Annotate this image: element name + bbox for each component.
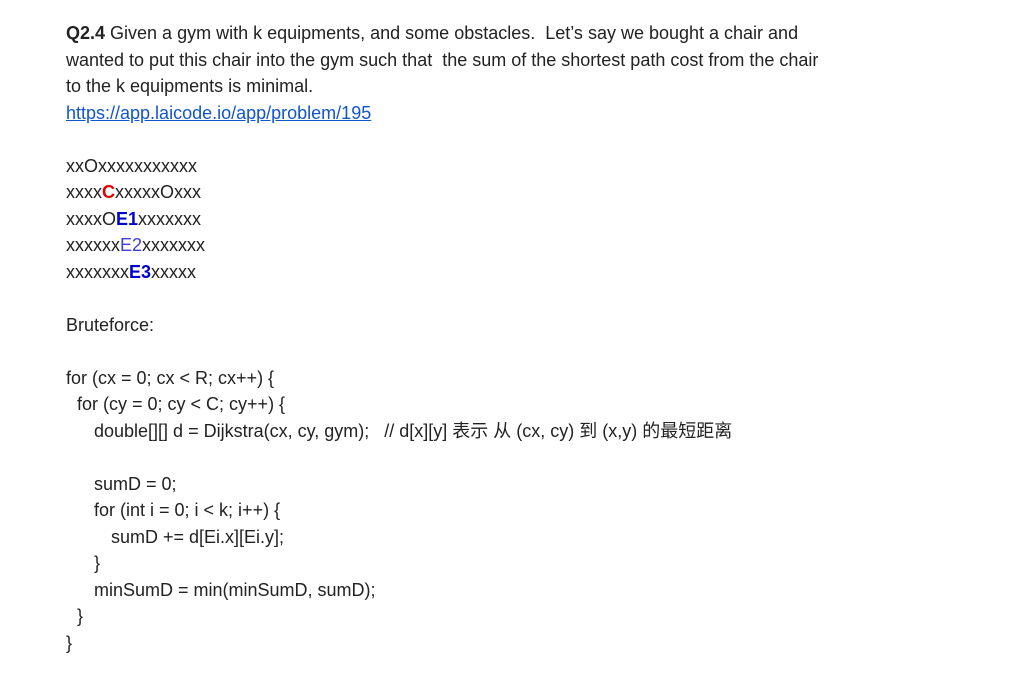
question-link-line: https://app.laicode.io/app/problem/195 [66,100,966,127]
grid-row-5-pre: xxxxxxx [66,261,129,282]
code-line-8: minSumD = min(minSumD, sumD); [94,579,376,600]
code-line-10: } [66,632,73,653]
question-line-3: to the k equipments is minimal. [66,76,314,96]
grid-row-4: xxxxxxE2xxxxxxx [66,232,966,259]
grid-row-3-post: xxxxxxx [138,208,202,229]
bruteforce-heading: Bruteforce: [66,314,155,335]
code-line-1: for (cx = 0; cx < R; cx++) { [66,367,275,388]
grid-row-4-post: xxxxxxx [142,235,206,255]
grid-row-4-pre: xxxxxx [66,235,120,255]
grid-row-2-pre: xxxx [66,182,102,202]
question-line-1: Q2.4 Given a gym with k equipments, and … [66,20,966,47]
code-line-4: sumD = 0; [94,473,177,494]
document-body: Q2.4 Given a gym with k equipments, and … [66,20,966,656]
chair-marker: C [102,182,115,202]
equipment-e1-marker: E1 [116,208,139,229]
equipment-e2-marker: E2 [120,235,143,255]
code-line-6: sumD += d[Ei.x][Ei.y]; [111,526,285,547]
code-line-2: for (cy = 0; cy < C; cy++) { [77,394,286,414]
code-line-5: for (int i = 0; i < k; i++) { [94,500,281,520]
problem-link[interactable]: https://app.laicode.io/app/problem/195 [66,103,371,123]
code-line-7: } [94,553,101,573]
question-line-2: wanted to put this chair into the gym su… [66,49,819,70]
question-label: Q2.4 [66,23,106,43]
equipment-e3-marker: E3 [129,261,152,282]
grid-row-3: xxxxOE1xxxxxxx [66,206,966,233]
code-line-9: } [77,606,84,626]
grid-row-2-post: xxxxxOxxx [115,182,202,202]
grid-row-2: xxxxCxxxxxOxxx [66,179,966,206]
grid-row-1: xxOxxxxxxxxxxx [66,155,198,176]
grid-row-3-pre: xxxxO [66,208,117,229]
question-text-1: Given a gym with k equipments, and some … [105,23,799,43]
grid-row-5-post: xxxxx [151,261,197,282]
code-line-3: double[][] d = Dijkstra(cx, cy, gym); //… [94,420,733,441]
grid-row-5: xxxxxxxE3xxxxx [66,259,966,286]
